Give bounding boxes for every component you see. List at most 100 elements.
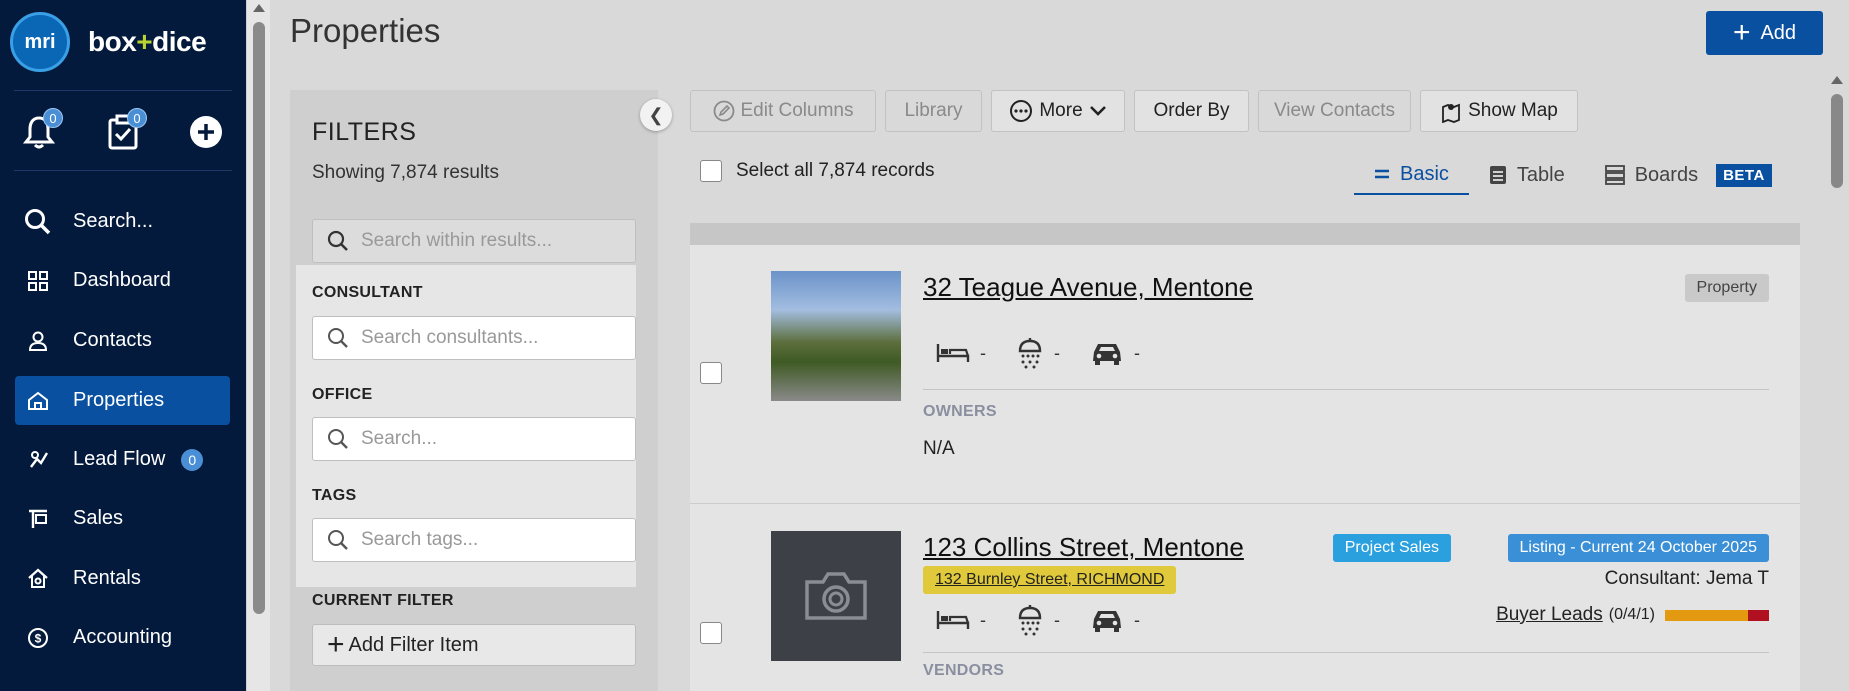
tasks-button[interactable]: 0 xyxy=(99,108,147,156)
car-spaces: - xyxy=(1090,607,1140,633)
show-map-label: Show Map xyxy=(1468,100,1558,121)
sidebar-item-search[interactable]: Search... xyxy=(15,197,230,246)
select-all-checkbox[interactable] xyxy=(700,160,722,182)
camera-icon xyxy=(805,572,867,620)
table-icon xyxy=(1489,166,1506,184)
consultant-label: CONSULTANT xyxy=(312,284,423,301)
plus-icon: + xyxy=(1732,16,1751,49)
add-button-label: Add xyxy=(1760,21,1797,44)
tab-table[interactable]: Table xyxy=(1469,155,1585,195)
page-title: Properties xyxy=(290,12,441,49)
tab-boards[interactable]: Boards BETA xyxy=(1585,155,1792,195)
library-label: Library xyxy=(904,100,963,121)
bedrooms-value: - xyxy=(980,342,986,363)
pencil-circle-icon xyxy=(713,100,734,122)
add-filter-item-label: Add Filter Item xyxy=(348,633,479,656)
row-checkbox[interactable] xyxy=(700,362,722,384)
list-lines-icon xyxy=(1375,169,1389,179)
property-card: 123 Collins Street, Mentone 132 Burnley … xyxy=(690,504,1800,691)
car-icon xyxy=(1093,611,1121,632)
chevron-left-icon: ❮ xyxy=(648,104,664,125)
property-features: - - - xyxy=(936,337,1140,369)
bedrooms: - xyxy=(936,342,986,364)
vendors-label: VENDORS xyxy=(923,662,1005,679)
row-checkbox[interactable] xyxy=(700,622,722,644)
project-sales-tag: Project Sales xyxy=(1332,534,1451,562)
show-map-button[interactable]: Show Map xyxy=(1420,90,1578,132)
sidebar-item-dashboard[interactable]: Dashboard xyxy=(15,256,230,305)
sidebar-scrollbar[interactable] xyxy=(246,0,270,691)
view-tabs: Basic Table Boards BETA xyxy=(1354,155,1792,195)
more-label: More xyxy=(1039,100,1083,121)
add-filter-item-button[interactable]: + Add Filter Item xyxy=(312,624,636,666)
sidebar-item-sales[interactable]: Sales xyxy=(15,494,230,543)
buyer-leads-bar xyxy=(1665,609,1769,621)
more-circle-icon xyxy=(1010,100,1033,122)
view-contacts-label: View Contacts xyxy=(1273,100,1396,121)
search-icon xyxy=(327,230,348,251)
tags-search[interactable] xyxy=(312,518,636,562)
add-button[interactable]: + Add xyxy=(1706,11,1823,55)
sidebar-item-rentals[interactable]: Rentals xyxy=(15,554,230,603)
sidebar-item-lead-flow[interactable]: Lead Flow 0 xyxy=(15,435,230,484)
consultant-search-input[interactable] xyxy=(361,327,621,349)
scroll-up-arrow-icon[interactable] xyxy=(253,4,265,12)
lead-flow-badge: 0 xyxy=(181,448,204,471)
filters-panel: FILTERS Showing 7,874 results ❮ CONSULTA… xyxy=(290,90,672,691)
consultant-search[interactable] xyxy=(312,316,636,360)
edit-columns-button[interactable]: Edit Columns xyxy=(690,90,876,132)
property-type-tag: Property xyxy=(1684,274,1769,302)
sidebar-divider xyxy=(14,170,232,171)
library-button[interactable]: Library xyxy=(885,90,982,132)
owners-label: OWNERS xyxy=(923,403,997,420)
tasks-badge: 0 xyxy=(127,108,147,128)
scroll-up-arrow-icon[interactable] xyxy=(1831,76,1843,84)
search-icon xyxy=(328,429,348,449)
linked-address-tag[interactable]: 132 Burnley Street, RICHMOND xyxy=(923,566,1177,594)
tab-boards-label: Boards xyxy=(1634,163,1699,186)
property-photo[interactable] xyxy=(771,271,901,401)
more-dropdown[interactable]: More xyxy=(991,90,1125,132)
property-photo-placeholder[interactable] xyxy=(771,531,901,661)
office-search-input[interactable] xyxy=(361,428,621,450)
results-scrollbar-thumb[interactable] xyxy=(1831,94,1843,188)
sidebar-scrollbar-thumb[interactable] xyxy=(253,22,265,614)
edit-columns-label: Edit Columns xyxy=(740,100,854,121)
boards-icon xyxy=(1604,165,1625,185)
bathrooms: - xyxy=(1016,604,1060,636)
results-scrollbar[interactable] xyxy=(1825,70,1849,691)
quick-add-button[interactable] xyxy=(182,108,230,156)
bed-icon xyxy=(936,344,970,362)
select-all-records[interactable]: Select all 7,874 records xyxy=(700,160,935,182)
sidebar-item-contacts[interactable]: Contacts xyxy=(15,316,230,365)
sidebar-item-label: Dashboard xyxy=(73,269,171,291)
map-marker-icon xyxy=(1442,103,1461,123)
property-address-link[interactable]: 32 Teague Avenue, Mentone xyxy=(923,272,1253,303)
dashboard-grid-icon xyxy=(15,270,61,291)
collapse-filters-button[interactable]: ❮ xyxy=(640,99,672,131)
car-spaces-value: - xyxy=(1134,342,1140,363)
tab-basic[interactable]: Basic xyxy=(1354,155,1469,195)
order-by-button[interactable]: Order By xyxy=(1134,90,1249,132)
property-address-link[interactable]: 123 Collins Street, Mentone xyxy=(923,532,1244,563)
plus-circle-icon xyxy=(190,116,222,148)
buyer-leads-link[interactable]: Buyer Leads xyxy=(1496,604,1603,626)
car-spaces-value: - xyxy=(1134,609,1140,630)
view-contacts-button[interactable]: View Contacts xyxy=(1258,90,1411,132)
search-within-results[interactable] xyxy=(312,219,636,263)
property-card: 32 Teague Avenue, Mentone Property - - -… xyxy=(690,245,1800,504)
search-within-results-input[interactable] xyxy=(361,230,621,252)
office-search[interactable] xyxy=(312,417,636,461)
notifications-button[interactable]: 0 xyxy=(15,108,63,156)
tags-search-input[interactable] xyxy=(361,529,621,551)
chevron-down-icon xyxy=(1089,106,1106,116)
sidebar-item-properties[interactable]: Properties xyxy=(15,376,230,425)
order-by-label: Order By xyxy=(1153,100,1230,121)
brand[interactable]: mri box+dice xyxy=(10,12,207,72)
bathrooms-value: - xyxy=(1054,609,1060,630)
tab-basic-label: Basic xyxy=(1400,162,1449,185)
office-label: OFFICE xyxy=(312,386,373,403)
car-spaces: - xyxy=(1090,340,1140,366)
card-divider xyxy=(923,389,1769,390)
sidebar-item-accounting[interactable]: $ Accounting xyxy=(15,613,230,662)
